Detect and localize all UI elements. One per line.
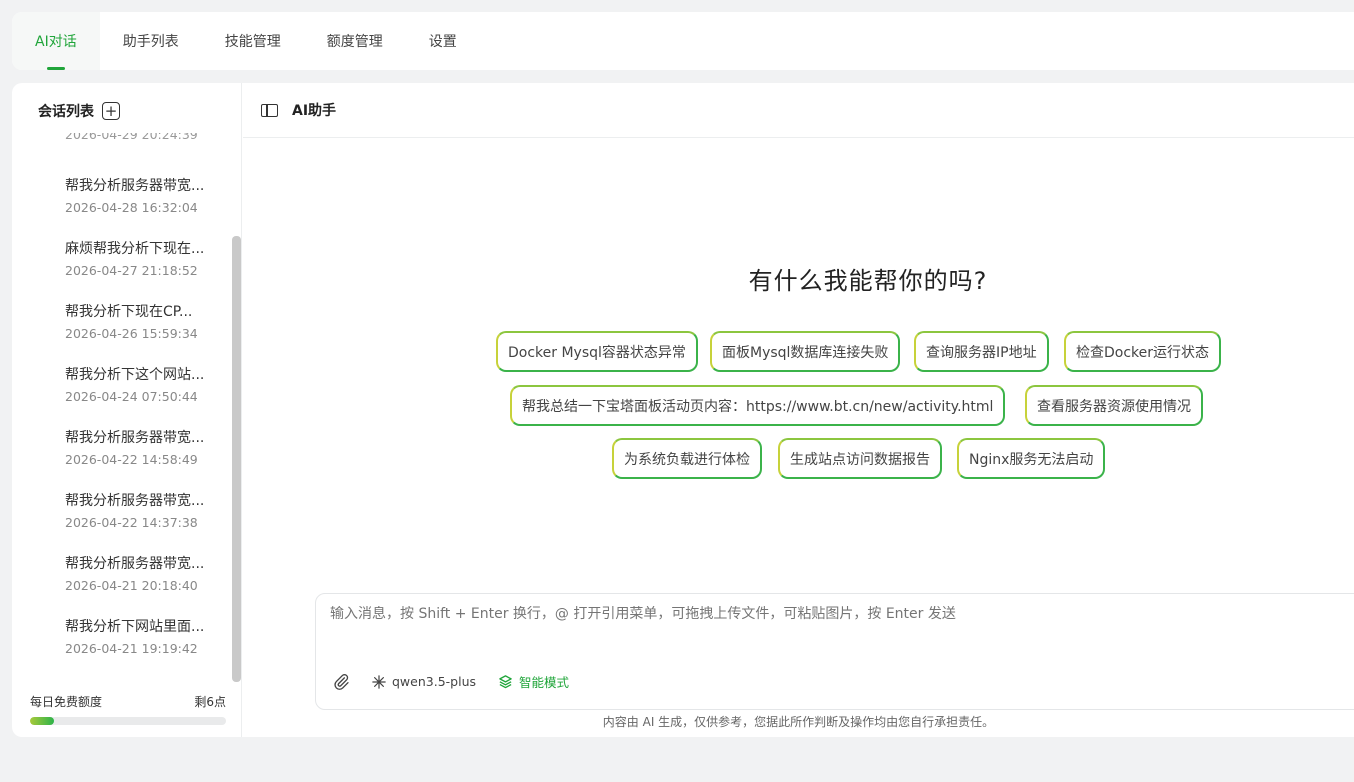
session-date: 2026-04-21 20:18:40	[65, 578, 198, 593]
tab-ai-chat[interactable]: AI对话	[12, 12, 100, 70]
top-tab-bar: AI对话 助手列表 技能管理 额度管理 设置	[12, 12, 1354, 70]
session-date: 2026-04-22 14:58:49	[65, 452, 198, 467]
add-session-icon[interactable]: +	[102, 102, 120, 120]
tab-settings[interactable]: 设置	[406, 12, 480, 70]
suggestion-chip[interactable]: Docker Mysql容器状态异常	[496, 331, 698, 372]
session-sidebar: 会话列表 + 2026-04-29 20:24:39 帮我分析服务器带宽... …	[12, 83, 242, 737]
session-title: 帮我分析下网站里面...	[65, 619, 205, 635]
tab-skill-management[interactable]: 技能管理	[202, 12, 304, 70]
sidebar-title: 会话列表	[38, 104, 94, 120]
quota-remaining: 剩6点	[194, 695, 226, 709]
list-item[interactable]: 帮我分析服务器带宽... 2026-04-28 16:32:04	[65, 175, 225, 215]
list-item[interactable]: 帮我分析下这个网站... 2026-04-24 07:50:44	[65, 364, 225, 404]
list-item[interactable]: 帮我分析服务器带宽... 2026-04-22 14:58:49	[65, 427, 225, 467]
session-date: 2026-04-24 07:50:44	[65, 389, 198, 404]
main-panel: 会话列表 + 2026-04-29 20:24:39 帮我分析服务器带宽... …	[12, 83, 1354, 737]
session-clipped-date: 2026-04-29 20:24:39	[65, 133, 198, 142]
session-list[interactable]: 2026-04-29 20:24:39 帮我分析服务器带宽... 2026-04…	[12, 133, 242, 683]
chat-title: AI助手	[292, 103, 337, 119]
tab-assistant-list[interactable]: 助手列表	[100, 12, 202, 70]
welcome-heading: 有什么我能帮你的吗?	[748, 267, 988, 295]
session-title: 帮我分析下现在CP...	[65, 304, 193, 320]
composer-toolbar: qwen3.5-plus 智能模式	[332, 672, 569, 691]
session-date: 2026-04-22 14:37:38	[65, 515, 198, 530]
quota-progress-fill	[30, 717, 54, 725]
ai-disclaimer: 内容由 AI 生成，仅供参考，您据此所作判断及操作均由您自行承担责任。	[602, 715, 995, 729]
paperclip-icon[interactable]	[332, 673, 350, 691]
session-date: 2026-04-28 16:32:04	[65, 200, 198, 215]
list-item[interactable]: 帮我分析服务器带宽... 2026-04-22 14:37:38	[65, 490, 225, 530]
model-name: qwen3.5-plus	[392, 674, 477, 689]
suggestion-chip[interactable]: Nginx服务无法启动	[957, 438, 1106, 479]
chat-area: AI助手 有什么我能帮你的吗? Docker Mysql容器状态异常 面板Mys…	[243, 83, 1354, 737]
mode-name: 智能模式	[519, 675, 570, 690]
message-composer: qwen3.5-plus 智能模式	[315, 593, 1354, 710]
session-title: 帮我分析服务器带宽...	[65, 430, 205, 446]
list-item[interactable]: 麻烦帮我分析下现在... 2026-04-27 21:18:52	[65, 238, 225, 278]
suggestion-chip[interactable]: 为系统负载进行体检	[612, 438, 762, 479]
chat-header: AI助手	[243, 83, 1354, 138]
session-date: 2026-04-26 15:59:34	[65, 326, 198, 341]
list-item[interactable]: 帮我分析下现在CP... 2026-04-26 15:59:34	[65, 301, 225, 341]
suggestion-chip[interactable]: 检查Docker运行状态	[1064, 331, 1222, 372]
suggestion-chip[interactable]: 面板Mysql数据库连接失败	[710, 331, 901, 372]
session-title: 帮我分析下这个网站...	[65, 367, 205, 383]
sparkle-icon	[372, 674, 386, 689]
sidebar-scrollbar[interactable]	[232, 236, 241, 682]
mode-selector[interactable]: 智能模式	[498, 672, 569, 691]
layers-icon	[499, 675, 512, 689]
suggestion-chip[interactable]: 查看服务器资源使用情况	[1025, 385, 1203, 426]
quota-progress-bar	[30, 717, 226, 725]
model-selector[interactable]: qwen3.5-plus	[372, 674, 476, 689]
sidebar-header: 会话列表 +	[38, 101, 120, 121]
session-title: 帮我分析服务器带宽...	[65, 556, 205, 572]
list-item[interactable]: 帮我分析下网站里面... 2026-04-21 19:19:42	[65, 616, 225, 656]
tab-quota-management[interactable]: 额度管理	[304, 12, 406, 70]
session-date: 2026-04-21 19:19:42	[65, 641, 198, 656]
quota-label: 每日免费额度	[30, 695, 103, 709]
suggestion-chip[interactable]: 帮我总结一下宝塔面板活动页内容：https://www.bt.cn/new/ac…	[510, 385, 1006, 426]
sidebar-toggle-icon[interactable]	[261, 103, 278, 117]
message-input[interactable]	[330, 606, 1330, 622]
suggestion-chip[interactable]: 生成站点访问数据报告	[778, 438, 942, 479]
suggestion-chip[interactable]: 查询服务器IP地址	[914, 331, 1049, 372]
session-title: 帮我分析服务器带宽...	[65, 178, 205, 194]
session-title: 麻烦帮我分析下现在...	[65, 241, 205, 257]
list-item[interactable]: 帮我分析服务器带宽... 2026-04-21 20:18:40	[65, 553, 225, 593]
daily-quota: 每日免费额度 剩6点	[30, 693, 226, 725]
session-date: 2026-04-27 21:18:52	[65, 263, 198, 278]
session-title: 帮我分析服务器带宽...	[65, 493, 205, 509]
